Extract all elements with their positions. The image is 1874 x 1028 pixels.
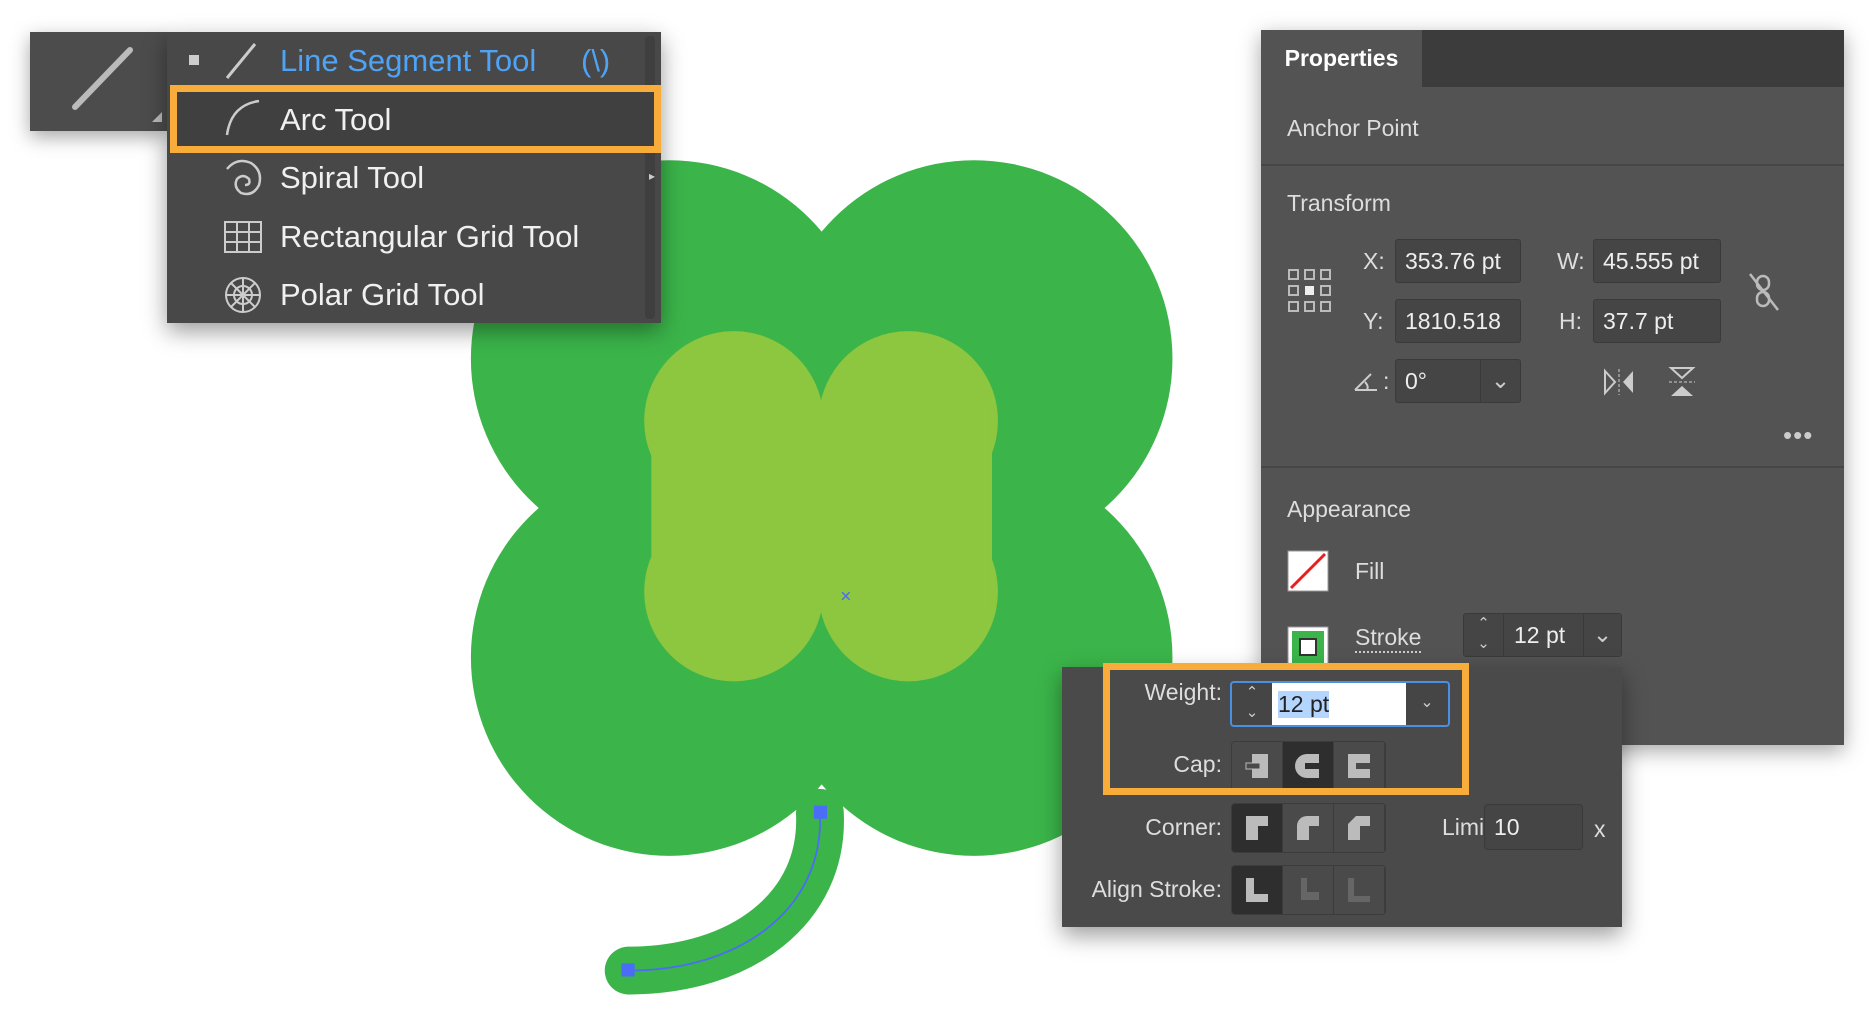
round-join-icon <box>1295 814 1321 842</box>
align-center-button[interactable] <box>1232 866 1283 914</box>
bevel-join-button[interactable] <box>1334 804 1385 852</box>
h-field[interactable]: 37.7 pt <box>1593 299 1721 343</box>
miter-join-icon <box>1244 814 1270 842</box>
arc-tool-highlight: Arc Tool <box>170 85 661 153</box>
chevron-down-icon[interactable]: ⌄ <box>1583 614 1621 656</box>
align-stroke-inside-icon <box>1295 876 1321 904</box>
active-tool-marker <box>189 55 199 65</box>
menu-item-polar-grid-tool[interactable]: Polar Grid Tool <box>167 266 661 324</box>
line-segment-icon <box>223 40 267 82</box>
more-options-icon[interactable]: ••• <box>1783 420 1813 451</box>
align-stroke-buttons <box>1231 865 1386 915</box>
reference-point-icon[interactable] <box>1287 268 1333 314</box>
y-field[interactable]: 1810.518 <box>1395 299 1521 343</box>
tab-properties[interactable]: Properties <box>1261 30 1422 87</box>
x-field[interactable]: 353.76 pt <box>1395 239 1521 283</box>
section-anchor-point: Anchor Point <box>1287 115 1419 142</box>
constrain-proportions-icon[interactable] <box>1746 270 1786 314</box>
rectangular-grid-icon <box>223 216 267 258</box>
weight-cap-highlight <box>1103 663 1469 795</box>
divider <box>1261 466 1844 468</box>
stroke-weight-stepper[interactable]: ⌃⌄ 12 pt ⌄ <box>1463 613 1622 657</box>
fill-label: Fill <box>1355 558 1384 585</box>
center-point-marker: × <box>840 586 851 607</box>
divider <box>1261 164 1844 166</box>
line-segment-icon <box>30 32 167 131</box>
bevel-join-icon <box>1346 814 1372 842</box>
anchor-point[interactable] <box>621 963 634 976</box>
properties-panel: Properties Anchor Point Transform X: 353… <box>1261 30 1844 745</box>
align-inside-button[interactable] <box>1283 866 1334 914</box>
align-outside-button[interactable] <box>1334 866 1385 914</box>
round-join-button[interactable] <box>1283 804 1334 852</box>
stroke-swatch[interactable] <box>1287 626 1329 668</box>
flip-horizontal-icon[interactable] <box>1601 367 1637 397</box>
limit-field[interactable]: 10 <box>1484 804 1583 850</box>
corner-buttons <box>1231 803 1386 853</box>
fill-none-swatch[interactable] <box>1287 550 1329 592</box>
rotate-angle-icon <box>1353 370 1383 394</box>
flip-vertical-icon[interactable] <box>1667 364 1697 400</box>
rotate-field[interactable]: 0°⌄ <box>1395 359 1521 403</box>
shortcut: (\) <box>581 43 610 79</box>
line-tool-button[interactable] <box>30 32 167 131</box>
section-appearance: Appearance <box>1287 496 1411 523</box>
menu-item-rectangular-grid-tool[interactable]: Rectangular Grid Tool <box>167 208 661 266</box>
align-stroke-center-icon <box>1244 876 1270 904</box>
spiral-icon <box>223 157 267 199</box>
align-stroke-outside-icon <box>1346 876 1372 904</box>
panel-tab-bar: Properties <box>1261 30 1844 87</box>
stepper-arrows-icon[interactable]: ⌃⌄ <box>1464 614 1504 656</box>
stroke-label[interactable]: Stroke <box>1355 624 1421 653</box>
arc-icon <box>223 97 267 139</box>
polar-grid-icon <box>223 274 267 316</box>
section-transform: Transform <box>1287 190 1391 217</box>
anchor-point[interactable] <box>814 806 827 819</box>
miter-join-button[interactable] <box>1232 804 1283 852</box>
w-field[interactable]: 45.555 pt <box>1593 239 1721 283</box>
submenu-arrow-icon: ▸ <box>649 169 655 183</box>
menu-item-spiral-tool[interactable]: Spiral Tool ▸ <box>167 149 661 207</box>
menu-item-line-segment-tool[interactable]: Line Segment Tool (\) <box>167 32 661 90</box>
chevron-down-icon[interactable]: ⌄ <box>1480 360 1520 402</box>
tool-flyout-menu: Line Segment Tool (\) Arc Tool Spiral To… <box>167 32 661 323</box>
